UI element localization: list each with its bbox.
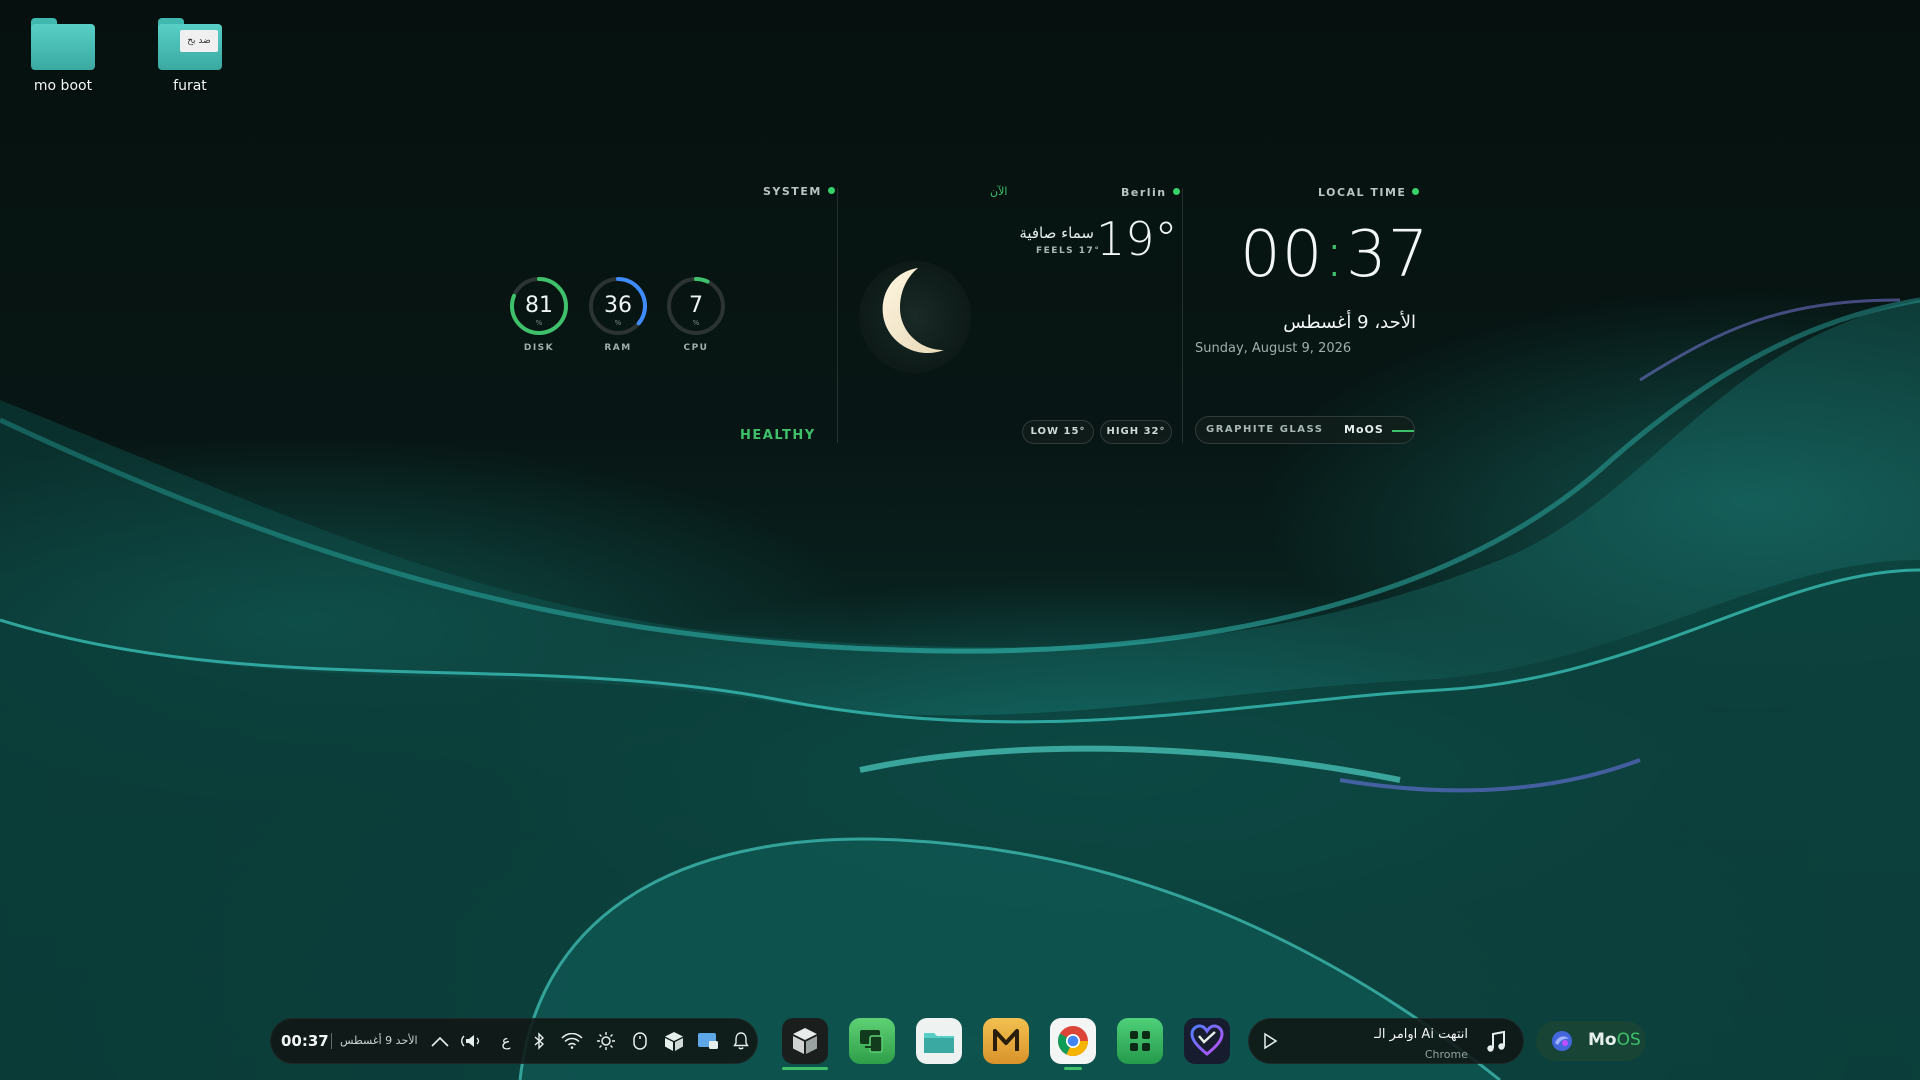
bell-icon[interactable] bbox=[729, 1029, 753, 1053]
gauge-value: 36 bbox=[604, 293, 632, 318]
status-dot bbox=[827, 187, 835, 194]
gauge-name: DISK bbox=[523, 343, 555, 353]
chrome-app-icon[interactable] bbox=[1050, 1018, 1096, 1064]
gauge-value: 81 bbox=[525, 293, 553, 318]
mouse-icon[interactable] bbox=[628, 1029, 652, 1053]
moon-icon bbox=[859, 261, 971, 373]
clock-label-text: LOCAL TIME bbox=[1318, 186, 1407, 199]
weather-feels: FEELS 17° bbox=[1036, 246, 1101, 256]
play-icon[interactable] bbox=[1258, 1029, 1282, 1053]
keyboard-layout-icon[interactable]: ع bbox=[494, 1029, 518, 1053]
files-app-icon[interactable] bbox=[916, 1018, 962, 1064]
gauge-disk: 81 % DISK bbox=[508, 275, 574, 353]
media-title: اوامر الـ Ai انتهت bbox=[1374, 1027, 1468, 1042]
desktop-icon-label: mo boot bbox=[33, 78, 93, 94]
weather-temperature: 19° bbox=[1096, 212, 1178, 266]
gauge-value: 7 bbox=[689, 293, 703, 318]
theme-indicator bbox=[1392, 430, 1414, 432]
box-icon[interactable] bbox=[662, 1029, 686, 1053]
weather-condition: سماء صافية bbox=[1019, 224, 1094, 242]
wallpaper-waves bbox=[0, 297, 1920, 1080]
gauge-name: CPU bbox=[683, 343, 709, 353]
brightness-icon[interactable] bbox=[594, 1029, 618, 1053]
desktop-icon-label: furat bbox=[173, 78, 207, 94]
moos-start-button[interactable]: MoOS bbox=[1536, 1021, 1646, 1061]
active-app-indicator bbox=[782, 1067, 828, 1070]
status-dot bbox=[1172, 188, 1180, 195]
system-label-text: SYSTEM bbox=[763, 185, 822, 198]
folder-preview: ضد بخ bbox=[180, 30, 218, 52]
screen-icon[interactable] bbox=[696, 1029, 720, 1053]
gauge-unit: % bbox=[535, 319, 543, 327]
gauge-ram: 36 % RAM bbox=[587, 275, 653, 353]
moos-label: MoOS bbox=[1588, 1030, 1641, 1050]
moos-label-mo: Mo bbox=[1588, 1030, 1617, 1050]
widget-divider bbox=[837, 188, 838, 443]
volume-icon[interactable] bbox=[460, 1029, 484, 1053]
mo-box-app-icon[interactable] bbox=[782, 1018, 828, 1064]
clock-colon: : bbox=[1323, 218, 1346, 292]
grid-app-icon[interactable] bbox=[1117, 1018, 1163, 1064]
theme-pill[interactable]: GRAPHITE GLASS MoOS bbox=[1195, 416, 1415, 444]
widget-divider bbox=[1182, 188, 1183, 443]
music-note-icon[interactable] bbox=[1484, 1030, 1508, 1054]
folder-icon: ضد بخ bbox=[158, 18, 222, 70]
gauge-unit: % bbox=[614, 319, 622, 327]
weather-low-pill: LOW 15° bbox=[1022, 420, 1094, 444]
taskbar-date[interactable]: الأحد 9 أغسطس bbox=[340, 1034, 418, 1047]
weather-now-label: الآن bbox=[990, 185, 1008, 198]
desktop-icon-furat[interactable]: ضد بخ furat bbox=[135, 18, 245, 94]
gauge-cpu: 7 % CPU bbox=[665, 275, 731, 353]
gauge-unit: % bbox=[692, 319, 700, 327]
device-mirror-app-icon[interactable] bbox=[849, 1018, 895, 1064]
desktop-icon-mo-boot[interactable]: mo boot bbox=[8, 18, 118, 94]
clock-widget-label: LOCAL TIME bbox=[1318, 186, 1420, 199]
heart-app-icon[interactable] bbox=[1184, 1018, 1230, 1064]
weather-city: Berlin bbox=[1121, 186, 1180, 199]
wifi-icon[interactable] bbox=[560, 1029, 584, 1053]
moos-logo-icon bbox=[1552, 1031, 1572, 1051]
status-dot bbox=[1412, 188, 1420, 195]
clock-minutes: 37 bbox=[1346, 218, 1430, 292]
theme-name: GRAPHITE GLASS bbox=[1206, 424, 1324, 435]
bluetooth-icon[interactable] bbox=[527, 1029, 551, 1053]
taskbar-separator bbox=[331, 1033, 332, 1049]
city-text: Berlin bbox=[1121, 186, 1167, 199]
clock-hours: 00 bbox=[1240, 218, 1324, 292]
clock-time: 00:37 bbox=[1240, 218, 1429, 292]
system-status: HEALTHY bbox=[740, 428, 816, 443]
media-source: Chrome bbox=[1424, 1048, 1468, 1061]
chevron-up-icon[interactable] bbox=[428, 1029, 452, 1053]
folder-icon bbox=[31, 18, 95, 70]
moos-label-os: OS bbox=[1616, 1030, 1641, 1050]
weather-high-pill: HIGH 32° bbox=[1100, 420, 1172, 444]
active-app-indicator bbox=[1064, 1067, 1082, 1070]
system-widget-label: SYSTEM bbox=[763, 185, 835, 198]
theme-brand: MoOS bbox=[1344, 423, 1384, 436]
gauge-name: RAM bbox=[604, 343, 632, 353]
m-app-icon[interactable] bbox=[983, 1018, 1029, 1064]
taskbar-time[interactable]: 00:37 bbox=[281, 1032, 329, 1050]
clock-date-english: Sunday, August 9, 2026 bbox=[1195, 341, 1352, 356]
clock-date-arabic: الأحد، 9 أغسطس bbox=[1283, 312, 1416, 333]
